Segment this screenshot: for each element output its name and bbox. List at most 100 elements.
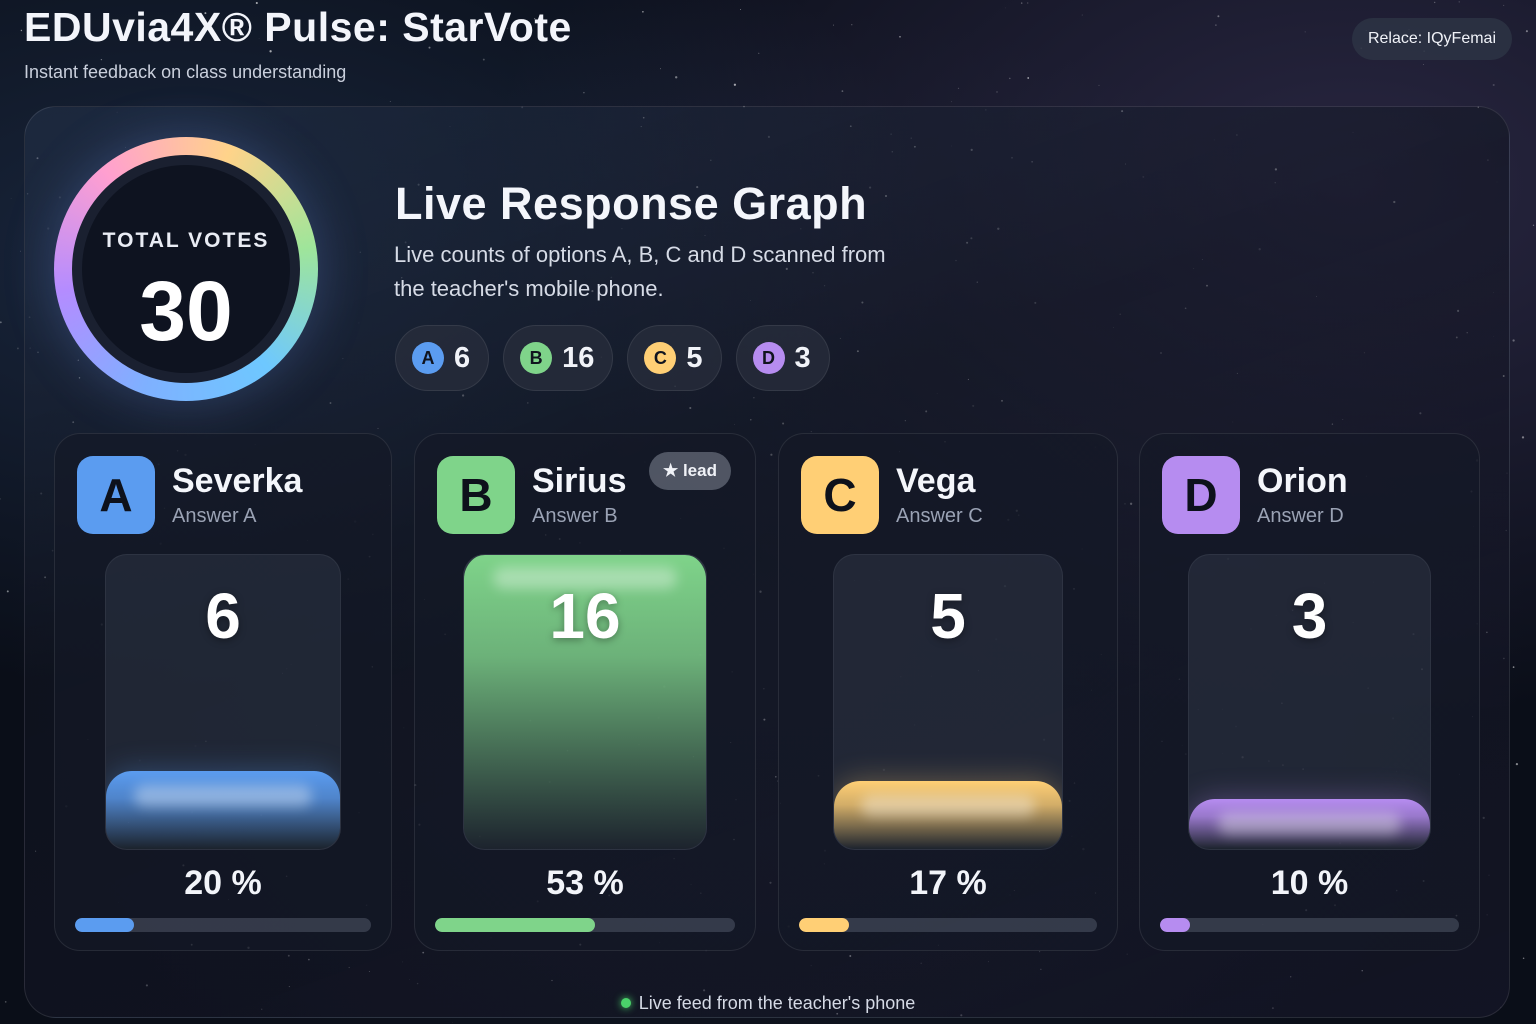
graph-title: Live Response Graph — [395, 178, 868, 229]
count-chip-a: A6 — [395, 325, 490, 391]
live-feed-status: Live feed from the teacher's phone — [0, 993, 1536, 1014]
app-title: EDUvia4X® Pulse: StarVote — [24, 4, 572, 50]
percent-track — [75, 918, 371, 932]
bar-c — [834, 781, 1062, 849]
answer-badge-c: C — [801, 456, 879, 534]
star-dot — [733, 83, 737, 86]
chip-count-c: 5 — [686, 341, 703, 374]
percent-fill-a — [75, 918, 135, 932]
bar-value-label: 5 — [930, 580, 966, 652]
star-dot — [1434, 1, 1436, 4]
star-dot — [100, 58, 103, 61]
answer-subtitle: Answer C — [896, 505, 983, 527]
bar-value-label: 6 — [205, 580, 241, 652]
total-votes-label: TOTAL VOTES — [102, 229, 270, 252]
percent-label: 10 % — [1270, 864, 1349, 902]
chip-badge-d: D — [752, 342, 785, 374]
lead-badge: ★ lead — [649, 452, 731, 490]
bar-track: 3 — [1188, 554, 1431, 850]
star-dot — [583, 91, 585, 94]
star-dot — [10, 198, 12, 199]
chip-badge-b: B — [520, 342, 553, 374]
count-chip-b: B 16 — [503, 325, 614, 391]
answer-name: Sirius — [532, 462, 627, 500]
answer-card-b: B Sirius Answer B ★ lead 16 53 % — [414, 433, 756, 951]
star-dot — [0, 321, 2, 324]
star-dot — [1525, 30, 1528, 33]
bar-d — [1189, 799, 1430, 849]
star-dot — [1521, 436, 1525, 439]
star-dot — [832, 24, 834, 26]
answer-card-c: C Vega Answer C 5 17 % — [778, 433, 1118, 951]
chip-count-b: 16 — [562, 341, 595, 374]
percent-track — [435, 918, 735, 932]
star-dot — [758, 52, 760, 54]
answer-badge-d: D — [1162, 456, 1240, 534]
star-dot — [996, 91, 998, 93]
star-dot — [1098, 84, 1100, 86]
total-votes-value: 30 — [139, 264, 233, 358]
bar-value-label: 3 — [1291, 580, 1328, 652]
star-dot — [6, 590, 9, 593]
percent-fill-c — [799, 918, 849, 932]
answer-badge-b: B — [437, 456, 515, 534]
star-dot — [1004, 7, 1006, 9]
star-dot — [20, 250, 22, 252]
count-chip-c: C5 — [627, 325, 722, 391]
chip-count-a: 6 — [454, 341, 471, 374]
answer-cards: A Severka Answer A 6 20 % B Sirius Answer B ★ le… — [54, 433, 1480, 951]
star-dot — [389, 101, 391, 102]
star-dot — [1215, 24, 1217, 26]
star-dot — [642, 10, 644, 13]
answer-card-a: A Severka Answer A 6 20 % — [54, 433, 392, 951]
user-pill[interactable]: Relace: IQyFemai — [1351, 18, 1512, 60]
star-dot — [1020, 2, 1023, 4]
star-dot — [740, 9, 742, 11]
star-dot — [951, 101, 953, 103]
percent-track — [1160, 918, 1459, 932]
star-dot — [1423, 64, 1424, 65]
bar-highlight — [1217, 813, 1402, 835]
star-dot — [1027, 2, 1029, 4]
star-dot — [16, 347, 19, 350]
answer-subtitle: Answer B — [532, 505, 618, 527]
star-dot — [1532, 224, 1535, 226]
star-dot — [20, 29, 23, 32]
answer-name: Severka — [172, 462, 303, 500]
total-votes-center: TOTAL VOTES 30 — [72, 155, 300, 383]
star-dot — [1522, 957, 1525, 959]
bar-highlight — [134, 785, 312, 807]
star-dot — [899, 36, 901, 38]
percent-fill-d — [1160, 918, 1190, 932]
bar-value-label: 16 — [549, 580, 621, 652]
star-dot — [1512, 339, 1515, 342]
star-dot — [1458, 1, 1460, 3]
star-dot — [451, 1022, 453, 1023]
star-dot — [660, 68, 661, 70]
app-subtitle: Instant feedback on class understanding — [24, 62, 347, 82]
answer-name: Orion — [1257, 462, 1348, 500]
star-dot — [0, 498, 1, 500]
star-dot — [841, 90, 844, 92]
percent-fill-b — [435, 918, 595, 932]
answer-name: Vega — [896, 462, 976, 500]
star-dot — [1515, 762, 1519, 766]
answer-badge-a: A — [77, 456, 155, 534]
total-votes-ring: TOTAL VOTES 30 — [54, 137, 318, 401]
answer-card-d: D Orion Answer D 3 10 % — [1139, 433, 1480, 951]
percent-label: 20 % — [184, 864, 262, 902]
star-dot — [1503, 4, 1505, 6]
answer-subtitle: Answer D — [1257, 505, 1344, 527]
star-dot — [1304, 31, 1306, 33]
graph-description: Live counts of options A, B, C and D sca… — [394, 242, 886, 301]
percent-track — [799, 918, 1097, 932]
count-chips: A 6 B 16 C 5 D 3 — [395, 325, 830, 391]
bar-track: 6 — [105, 554, 341, 850]
star-dot — [1217, 15, 1220, 18]
star-dot — [675, 76, 678, 79]
star-dot — [482, 58, 485, 61]
star-dot — [1492, 83, 1495, 87]
count-chip-d: D3 — [735, 325, 830, 391]
star-dot — [1027, 77, 1030, 79]
bar-highlight — [861, 795, 1035, 817]
